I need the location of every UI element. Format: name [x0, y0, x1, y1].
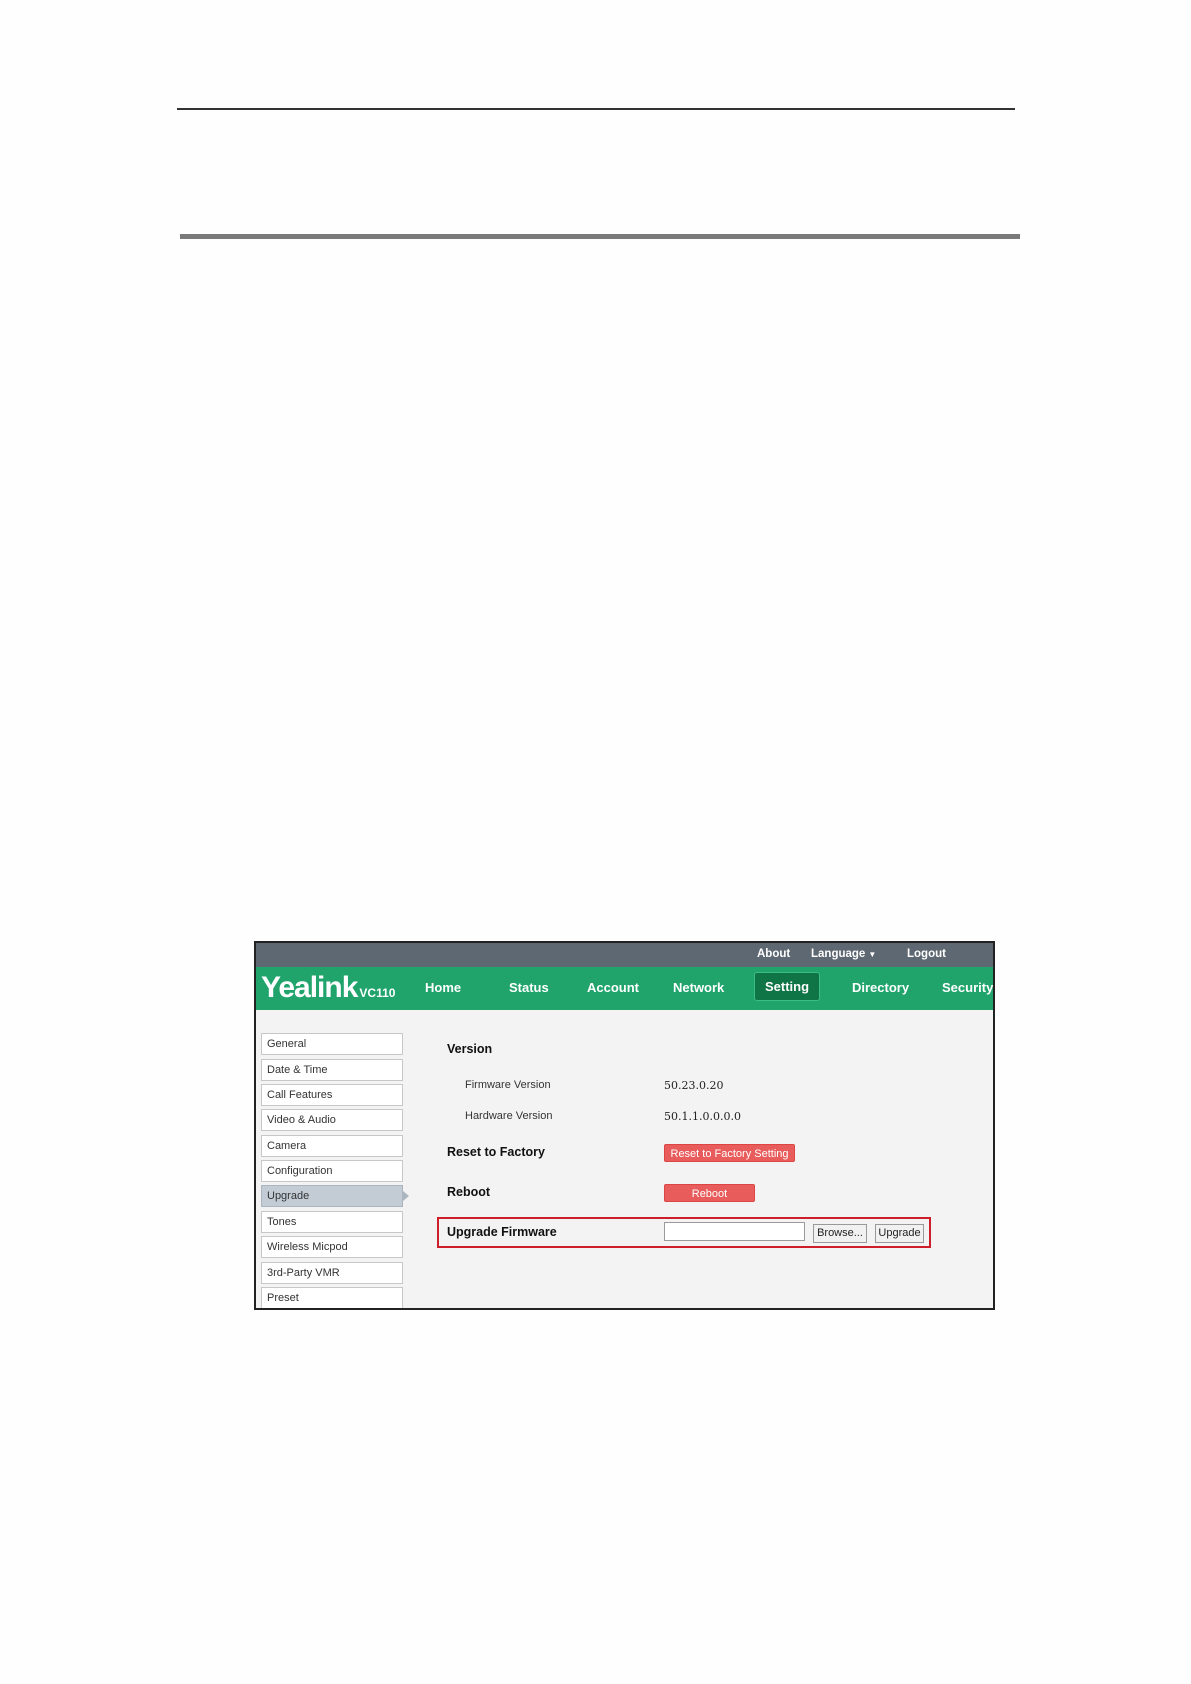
sidebar-item-tones[interactable]: Tones — [261, 1211, 403, 1233]
yealink-logo: Yealink VC110 — [261, 971, 395, 1005]
tab-setting[interactable]: Setting — [754, 972, 821, 1001]
reboot-button[interactable]: Reboot — [664, 1184, 755, 1202]
sidebar-item-wireless-micpod[interactable]: Wireless Micpod — [261, 1236, 403, 1258]
reset-factory-label: Reset to Factory — [447, 1145, 545, 1159]
tab-security[interactable]: Security — [942, 980, 993, 995]
reboot-label: Reboot — [447, 1185, 491, 1199]
tab-account[interactable]: Account — [587, 980, 639, 995]
chevron-down-icon: ▼ — [868, 950, 877, 959]
firmware-version-label: Firmware Version — [465, 1079, 551, 1091]
sidebar-item-preset[interactable]: Preset — [261, 1287, 403, 1308]
browse-button[interactable]: Browse... — [813, 1224, 867, 1243]
upgrade-button[interactable]: Upgrade — [875, 1224, 924, 1243]
logout-link[interactable]: Logout — [907, 948, 946, 960]
tab-status[interactable]: Status — [509, 980, 549, 995]
hardware-version-value: 50.1.1.0.0.0.0 — [664, 1110, 741, 1123]
sidebar-item-general[interactable]: General — [261, 1033, 403, 1055]
sidebar-item-configuration[interactable]: Configuration — [261, 1160, 403, 1182]
sidebar-item-camera[interactable]: Camera — [261, 1135, 403, 1157]
tab-home[interactable]: Home — [425, 980, 461, 995]
logo-brand: Yealink — [261, 971, 358, 1004]
sidebar-item-date-time[interactable]: Date & Time — [261, 1059, 403, 1081]
active-item-arrow-icon — [403, 1191, 409, 1201]
language-label: Language — [811, 948, 866, 960]
firmware-file-input[interactable] — [664, 1222, 805, 1241]
reset-factory-button[interactable]: Reset to Factory Setting — [664, 1144, 795, 1162]
hardware-version-label: Hardware Version — [465, 1110, 553, 1122]
web-ui-screenshot: About Language ▼ Logout Yealink VC110 Home… — [254, 941, 995, 1310]
header-rule — [177, 108, 1015, 110]
section-rule — [180, 234, 1020, 239]
language-menu[interactable]: Language ▼ — [811, 948, 876, 960]
logo-model: VC110 — [359, 986, 396, 1000]
sidebar-item-3rd-party-vmr[interactable]: 3rd-Party VMR — [261, 1262, 403, 1284]
sidebar-item-video-audio[interactable]: Video & Audio — [261, 1109, 403, 1131]
about-link[interactable]: About — [757, 948, 790, 960]
sidebar-item-call-features[interactable]: Call Features — [261, 1084, 403, 1106]
version-heading: Version — [447, 1042, 493, 1056]
main-nav: Yealink VC110 Home Status Account Network… — [256, 967, 993, 1010]
upgrade-firmware-label: Upgrade Firmware — [447, 1225, 557, 1239]
tab-directory[interactable]: Directory — [852, 980, 909, 995]
tab-network[interactable]: Network — [673, 980, 724, 995]
firmware-version-value: 50.23.0.20 — [664, 1079, 724, 1092]
top-bar: About Language ▼ Logout — [256, 943, 993, 967]
sidebar-item-upgrade[interactable]: Upgrade — [261, 1185, 403, 1207]
